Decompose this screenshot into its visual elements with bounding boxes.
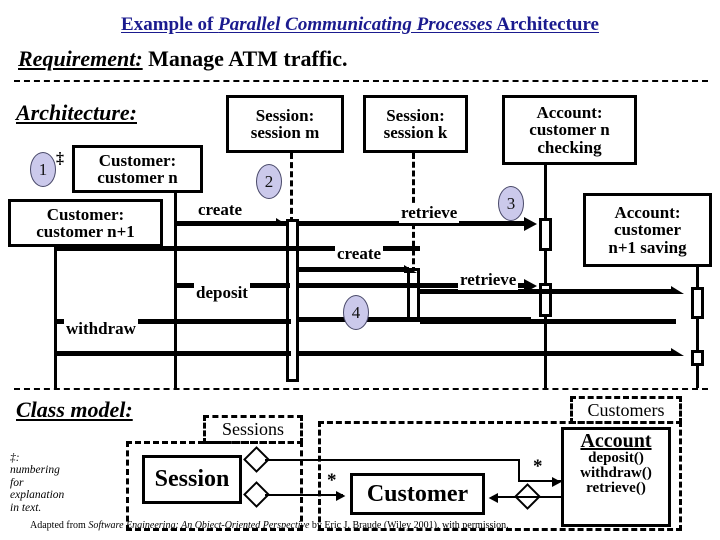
message-line-bottom-right [299,351,676,356]
lifeline-session-m [290,153,293,223]
message-label-deposit: deposit [194,283,250,303]
assoc-line-session-top-vertical [518,459,520,482]
activation-session-k [407,268,420,321]
architecture-heading: Architecture: [16,100,137,125]
object-box-customer-n-plus-1-line1: Customer: [46,204,125,224]
arrow-assoc-to-account [552,476,562,488]
object-box-account-saving[interactable]: Account: customer n+1 saving [583,193,712,267]
divider-top [14,80,708,82]
class-operation-withdraw: withdraw() [580,465,652,481]
message-label-create-session-m: create [196,200,245,220]
activation-account-saving-1 [691,287,704,319]
assoc-line-session-bottom [265,494,343,496]
legend-note-symbol: ‡: [10,452,20,464]
divider-bottom [14,388,708,390]
arrow-assoc-account-to-customer [488,492,498,504]
step-circle-2: 2 [256,164,282,199]
object-box-session-m[interactable]: Session: session m [226,95,344,153]
object-box-session-m-line1: Session: [255,105,315,125]
message-line-bottom-left [55,351,291,356]
class-box-session[interactable]: Session [142,455,242,504]
message-line-create-session-m [175,221,289,226]
activation-session-m [286,219,299,382]
class-name-account: Account [580,430,652,452]
attribution-book-title: Software Engineering: An Object-Oriented… [88,520,310,531]
step-circle-1: 1 [30,152,56,187]
package-label-customers: Customers [587,399,665,420]
object-box-session-k-line2: session k [383,123,448,142]
object-box-account-checking-line3: checking [537,137,602,157]
message-label-withdraw: withdraw [64,319,138,339]
message-label-create-session-k: create [335,244,384,264]
multiplicity-star-customer: * [327,470,337,491]
object-box-session-k-line1: Session: [386,105,445,125]
class-box-customer[interactable]: Customer [350,473,485,515]
legend-note-line-2: for [10,476,24,489]
object-box-customer-n-line1: Customer: [98,150,177,170]
attribution-text: Adapted from Software Engineering: An Ob… [30,520,509,531]
step-circle-4: 4 [343,295,369,330]
object-box-customer-n-line2: customer n [97,168,178,187]
object-box-account-checking[interactable]: Account: customer n checking [502,95,637,165]
class-box-account[interactable]: Account deposit() withdraw() retrieve() [561,427,671,527]
attribution-suffix: by Eric J. Braude (Wiley 2001), with per… [309,520,509,531]
object-box-account-saving-line1: Account: [614,202,681,222]
lifeline-customer-n-plus-1 [54,247,57,388]
slide-title: Example of Parallel Communicating Proces… [0,14,720,36]
class-operation-deposit: deposit() [588,450,644,466]
object-box-account-checking-line1: Account: [536,102,603,122]
activation-account-saving-2 [691,350,704,366]
title-part-italic: Parallel Communicating Processes [218,14,493,35]
message-line-withdraw-to-checking [299,317,531,322]
arrow-retrieve-account-checking [524,217,537,231]
package-label-sessions: Sessions [221,419,284,439]
title-part-plain-2: Architecture [492,14,599,35]
step-circle-3: 3 [498,186,524,221]
requirement-text: Manage ATM traffic. [142,46,348,71]
object-box-session-m-line2: session m [250,123,320,142]
legend-note-line-1: numbering [10,464,60,477]
assoc-line-session-top-horizontal [265,459,520,461]
legend-note-line-4: in text. [10,501,42,514]
class-operation-retrieve: retrieve() [586,480,646,496]
object-box-account-saving-line3: n+1 saving [608,237,687,257]
object-box-customer-n[interactable]: Customer: customer n [72,145,203,193]
class-name-session: Session [154,466,230,492]
package-tab-sessions[interactable]: Sessions [203,415,303,444]
object-box-account-checking-line2: customer n [529,120,610,140]
legend-note-line-3: explanation [10,489,65,502]
multiplicity-star-account: * [533,456,543,477]
assoc-line-account-customer [492,496,562,498]
attribution-prefix: Adapted from [30,520,89,531]
object-box-session-k[interactable]: Session: session k [363,95,468,153]
class-name-customer: Customer [366,480,469,507]
dagger-marker-architecture: ‡ [56,150,64,167]
arrow-create-session-m [276,218,289,226]
arrow-retrieve-saving [671,286,684,294]
slide-canvas: Example of Parallel Communicating Proces… [0,0,720,540]
title-part-plain-1: Example of [121,14,219,35]
activation-account-checking-1 [539,218,552,251]
package-tab-customers[interactable]: Customers [570,396,682,424]
object-box-account-saving-line2: customer [613,220,682,240]
requirement-line: Requirement: Manage ATM traffic. [18,46,348,72]
message-line-create-session-k-2 [299,267,409,272]
lifeline-account-saving [696,267,699,388]
arrow-assoc-to-customer [336,490,346,502]
class-model-heading: Class model: [16,397,133,422]
message-label-retrieve-account-checking: retrieve [399,203,460,223]
message-label-retrieve-saving: retrieve [458,270,519,290]
object-box-customer-n-plus-1-line2: customer n+1 [36,222,135,241]
legend-note: ‡: numbering for explanation in text. [10,452,106,514]
requirement-label: Requirement: [18,46,143,71]
object-box-customer-n-plus-1[interactable]: Customer: customer n+1 [8,199,163,247]
